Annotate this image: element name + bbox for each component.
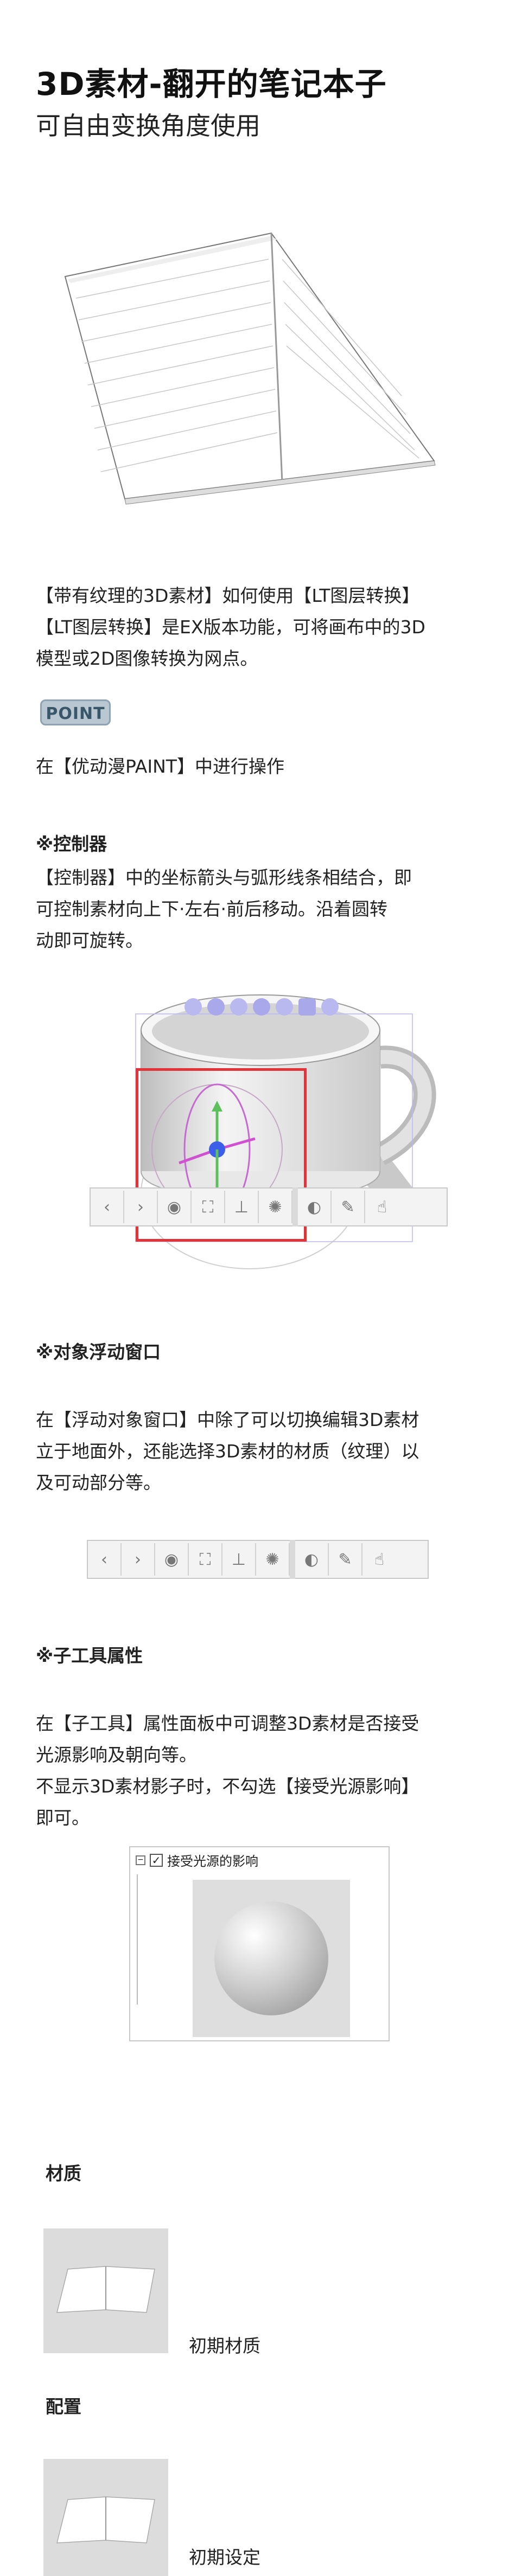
subtool-heading: ※子工具属性 <box>36 1645 143 1666</box>
pan-icon[interactable] <box>207 998 225 1016</box>
floating-object-toolbar: ‹ › ◉ ⛶ ⊥ ✺ ◐ ✎ ☝ <box>87 1540 429 1579</box>
floating-object-toolbar-overlay: ‹ › ◉ ⛶ ⊥ ✺ ◐ ✎ ☝ <box>90 1187 448 1226</box>
hand-icon[interactable]: ☝ <box>365 1191 399 1223</box>
toolbar-separator <box>292 1187 298 1226</box>
prev-button[interactable]: ‹ <box>91 1191 124 1223</box>
person-icon[interactable] <box>321 998 339 1016</box>
subtool-line-3: 不显示3D素材影子时，不勾选【接受光源影响】 <box>36 1776 419 1797</box>
subtool-line-2: 光源影响及朝向等。 <box>36 1744 197 1765</box>
tree-line <box>137 1874 138 2005</box>
floating-heading: ※对象浮动窗口 <box>36 1341 161 1363</box>
intro-text: 【带有纹理的3D素材】如何使用【LT图层转换】 【LT图层转换】是EX版本功能，… <box>36 580 497 674</box>
ground-icon[interactable]: ⊥ <box>225 1191 259 1223</box>
mug-3d-viewport: ‹ › ◉ ⛶ ⊥ ✺ ◐ ✎ ☝ <box>87 981 456 1280</box>
floating-line-1: 在【浮动对象窗口】中除了可以切换编辑3D素材 <box>36 1409 419 1430</box>
hand-icon[interactable]: ☝ <box>362 1543 396 1576</box>
page-subtitle: 可自由变换角度使用 <box>36 111 260 140</box>
next-button[interactable]: › <box>122 1543 155 1576</box>
light-source-label: 接受光源的影响 <box>167 1854 258 1869</box>
layout-label: 初期设定 <box>189 2547 260 2568</box>
move-camera-icon[interactable] <box>185 998 202 1016</box>
cube-icon[interactable] <box>298 998 316 1016</box>
camera-icon[interactable]: ◉ <box>155 1543 189 1576</box>
intro-line-3: 模型或2D图像转换为网点。 <box>36 648 258 669</box>
layout-thumbnail[interactable] <box>43 2459 168 2576</box>
floating-line-2: 立于地面外，还能选择3D素材的材质（纹理）以 <box>36 1441 419 1462</box>
material-label: 初期材质 <box>189 2335 260 2356</box>
light-source-row: − ✓ 接受光源的影响 <box>130 1847 389 1873</box>
pose-icon[interactable]: ✎ <box>332 1191 365 1223</box>
point-text: 在【优动漫PAINT】中进行操作 <box>36 756 284 777</box>
sphere-preview <box>214 1902 328 2015</box>
materials-heading: 材质 <box>46 2163 81 2184</box>
subtool-property-panel: − ✓ 接受光源的影响 <box>129 1846 390 2041</box>
page-title: 3D素材-翻开的笔记本子 <box>36 66 387 102</box>
layout-heading: 配置 <box>46 2396 81 2417</box>
light-preview[interactable] <box>193 1880 350 2037</box>
notebook-illustration <box>64 232 436 505</box>
notebook-thumbnail-icon <box>56 2266 155 2313</box>
notebook-thumbnail-icon <box>56 2496 155 2543</box>
next-button[interactable]: › <box>124 1191 158 1223</box>
texture-icon[interactable]: ◐ <box>298 1191 332 1223</box>
intro-line-2: 【LT图层转换】是EX版本功能，可将画布中的3D <box>36 616 425 638</box>
fit-icon[interactable]: ⛶ <box>192 1191 225 1223</box>
move-icon[interactable] <box>230 998 247 1016</box>
material-thumbnail[interactable] <box>43 2228 168 2353</box>
controller-text: 【控制器】中的坐标箭头与弧形线条相结合，即 可控制素材向上下·左右·前后移动。沿… <box>36 862 497 956</box>
rotate-icon[interactable] <box>253 998 270 1016</box>
point-badge: POINT <box>40 699 111 725</box>
subtool-text: 在【子工具】属性面板中可调整3D素材是否接受 光源影响及朝向等。 不显示3D素材… <box>36 1708 497 1834</box>
scale-icon[interactable] <box>276 998 293 1016</box>
controller-heading: ※控制器 <box>36 833 107 855</box>
controller-line-3: 动即可旋转。 <box>36 930 143 951</box>
pose-icon[interactable]: ✎ <box>329 1543 362 1576</box>
controller-line-2: 可控制素材向上下·左右·前后移动。沿着圆转 <box>36 898 387 920</box>
mug-object-toolbar <box>185 995 369 1019</box>
light-icon[interactable]: ✺ <box>256 1543 290 1576</box>
light-source-checkbox[interactable]: ✓ <box>150 1853 163 1867</box>
camera-icon[interactable]: ◉ <box>158 1191 192 1223</box>
floating-text: 在【浮动对象窗口】中除了可以切换编辑3D素材 立于地面外，还能选择3D素材的材质… <box>36 1404 497 1499</box>
fit-icon[interactable]: ⛶ <box>189 1543 222 1576</box>
collapse-icon[interactable]: − <box>136 1855 145 1865</box>
light-icon[interactable]: ✺ <box>259 1191 292 1223</box>
toolbar-separator <box>290 1540 295 1579</box>
controller-line-1: 【控制器】中的坐标箭头与弧形线条相结合，即 <box>36 867 412 888</box>
subtool-line-1: 在【子工具】属性面板中可调整3D素材是否接受 <box>36 1713 419 1734</box>
prev-button[interactable]: ‹ <box>88 1543 122 1576</box>
floating-line-3: 及可动部分等。 <box>36 1472 161 1493</box>
intro-line-1: 【带有纹理的3D素材】如何使用【LT图层转换】 <box>36 585 420 606</box>
subtool-line-4: 即可。 <box>36 1807 90 1828</box>
ground-icon[interactable]: ⊥ <box>222 1543 256 1576</box>
texture-icon[interactable]: ◐ <box>295 1543 329 1576</box>
